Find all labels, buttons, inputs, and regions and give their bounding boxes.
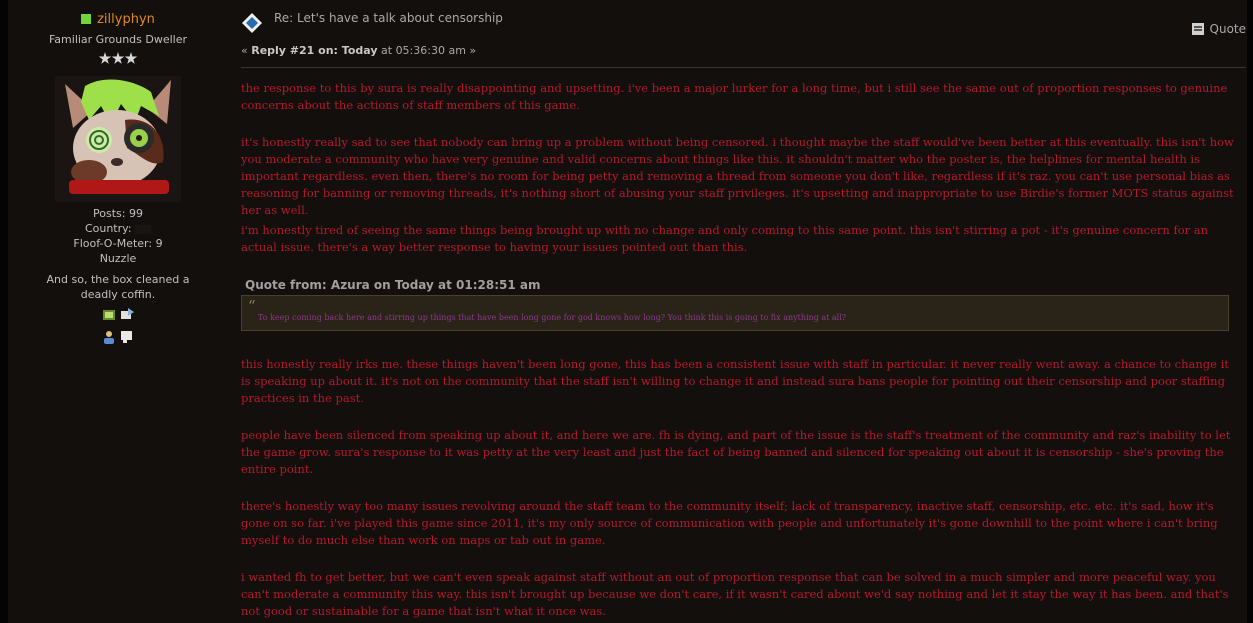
rank-star-icon — [98, 52, 112, 64]
post-paragraph: there's honestly way too many issues rev… — [241, 499, 1218, 547]
floof-meter: Floof-O-Meter: 9 — [73, 237, 163, 250]
quote-mark-icon: “ — [248, 297, 256, 315]
quote-icon — [1191, 23, 1204, 35]
avatar-image — [55, 76, 181, 202]
quote-header[interactable]: Quote from: Azura on Today at 01:28:51 a… — [245, 277, 541, 294]
post-header: Re: Let's have a talk about censorship «… — [241, 6, 1246, 60]
profile-icons-row-2 — [36, 330, 200, 346]
rank-stars — [36, 52, 200, 68]
post-count: Posts: 99 — [93, 207, 143, 220]
reply-time: at 05:36:30 am » — [377, 44, 477, 57]
pm-icon[interactable] — [120, 308, 134, 322]
profile-icons-row-1 — [36, 308, 200, 324]
post-paragraph: i'm honestly tired of seeing the same th… — [241, 223, 1209, 254]
member-title: Familiar Grounds Dweller — [48, 33, 188, 46]
poster-name-row: zillyphyn — [36, 8, 200, 30]
website-icon[interactable] — [102, 308, 116, 322]
post-subject[interactable]: Re: Let's have a talk about censorship — [274, 10, 504, 26]
message-icon[interactable] — [120, 330, 134, 344]
country-label: Country: — [84, 222, 132, 235]
header-divider — [241, 67, 1246, 68]
poster-stats: Posts: 99 Country: Floof-O-Meter: 9 Nuzz… — [36, 206, 200, 266]
quote-text: To keep coming back here and stirring up… — [258, 313, 847, 322]
quote-block: “ To keep coming back here and stirring … — [241, 295, 1229, 331]
reply-info: « Reply #21 on: Today at 05:36:30 am » — [241, 44, 476, 57]
post-paragraph: it's honestly really sad to see that nob… — [241, 135, 1234, 217]
right-edge — [1247, 0, 1253, 623]
left-edge — [0, 0, 8, 623]
quote-button[interactable]: Quote — [1191, 22, 1246, 36]
poster-username[interactable]: zillyphyn — [97, 12, 155, 27]
post-xx-icon — [242, 13, 262, 33]
online-status-icon — [81, 14, 92, 24]
post-paragraph: this honestly really irks me. these thin… — [241, 357, 1229, 405]
rank-star-icon — [111, 52, 125, 64]
country-flag-icon — [135, 224, 152, 234]
country-row: Country: — [36, 221, 200, 236]
quote-label: Quote — [1209, 22, 1246, 36]
nuzzle-link[interactable]: Nuzzle — [36, 251, 200, 266]
personal-text: And so, the box cleaned a deadly coffin. — [46, 273, 190, 301]
reply-number[interactable]: Reply #21 on: Today — [251, 44, 377, 57]
rank-star-icon — [124, 52, 138, 64]
poster-info: zillyphyn Familiar Grounds Dweller Posts… — [36, 8, 200, 346]
post-paragraph: the response to this by sura is really d… — [241, 81, 1228, 112]
reply-prefix: « — [241, 44, 252, 57]
profile-icon[interactable] — [102, 330, 116, 344]
post-paragraph: i wanted fh to get better, but we can't … — [241, 570, 1229, 618]
avatar[interactable] — [55, 76, 181, 202]
post-paragraph: people have been silenced from speaking … — [241, 428, 1231, 476]
forum-post: zillyphyn Familiar Grounds Dweller Posts… — [8, 0, 1247, 623]
